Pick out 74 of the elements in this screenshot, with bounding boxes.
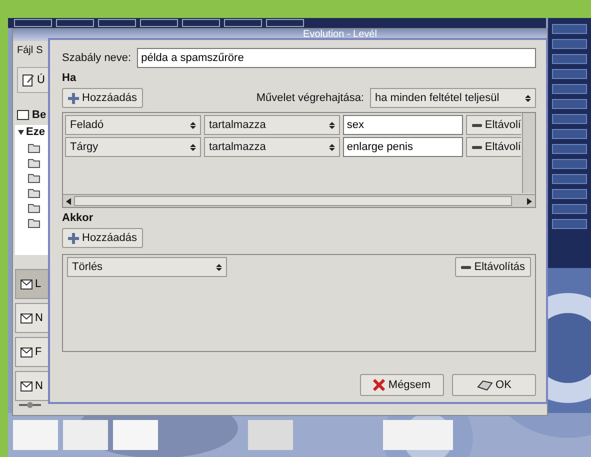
taskbar-button[interactable] [266, 19, 304, 27]
minus-icon [472, 124, 482, 126]
app-icon [20, 312, 33, 324]
mode-dropdown[interactable]: ha minden feltétel teljesül [370, 88, 536, 108]
operator-dropdown[interactable]: tartalmazza [204, 115, 340, 135]
value-field[interactable]: sex [342, 115, 463, 135]
field-dropdown[interactable]: Feladó [65, 115, 201, 135]
meter-bar [552, 159, 587, 169]
sidebar-button[interactable]: N [15, 303, 49, 333]
rule-name-field[interactable]: példa a spamszűröre [137, 48, 536, 68]
scroll-thumb[interactable] [74, 196, 512, 206]
new-button[interactable]: Ú [17, 67, 50, 93]
spin-icon [328, 122, 335, 128]
menu-item[interactable]: S [36, 45, 43, 56]
remove-button[interactable]: Eltávolítás [455, 257, 531, 277]
sidebar-button[interactable]: N [15, 371, 49, 401]
taskbar-button[interactable] [56, 19, 94, 27]
meter-bar [552, 24, 587, 34]
spin-icon [525, 94, 531, 102]
meter-bar [552, 39, 587, 49]
taskbar-button[interactable] [98, 19, 136, 27]
sidebar-button[interactable]: F [15, 337, 49, 367]
expander-icon[interactable] [18, 130, 24, 134]
taskbar-button[interactable] [224, 19, 262, 27]
meter-bar [552, 69, 587, 79]
meter-bar [552, 174, 587, 184]
scroll-left-icon[interactable] [66, 198, 71, 204]
header-text: Be [32, 109, 46, 121]
add-button[interactable]: Hozzáadás [62, 228, 144, 248]
tree-item[interactable]: Eze [26, 126, 45, 138]
meter-bar [552, 204, 587, 214]
menu-item[interactable]: Fájl [17, 45, 34, 56]
ok-button[interactable]: OK [452, 374, 536, 396]
taskbar-button[interactable] [182, 19, 220, 27]
edit-icon [22, 73, 35, 87]
meter-bar [552, 99, 587, 109]
meter-bar [552, 189, 587, 199]
meter-bar [552, 54, 587, 64]
field-label: Művelet végrehajtása: [256, 92, 364, 104]
taskbar-button[interactable] [140, 19, 178, 27]
app-icon [20, 346, 33, 358]
spin-icon [328, 144, 335, 150]
vertical-scrollbar[interactable] [522, 113, 535, 193]
field-label: Szabály neve: [62, 52, 132, 64]
minus-icon [461, 266, 472, 268]
add-button[interactable]: Hozzáadás [62, 88, 144, 108]
operator-dropdown[interactable]: tartalmazza [204, 137, 340, 157]
taskbar-button[interactable] [14, 19, 52, 27]
field-dropdown[interactable]: Tárgy [65, 137, 201, 157]
cross-icon [373, 379, 386, 391]
minus-icon [472, 146, 482, 148]
section-heading: Akkor [62, 212, 94, 224]
app-icon [20, 278, 33, 290]
meter-bar [552, 114, 587, 124]
plus-icon [68, 92, 79, 104]
sidebar-button[interactable]: L [15, 269, 49, 299]
remove-button[interactable]: Eltávolí [466, 137, 521, 157]
section-heading: Ha [62, 72, 78, 84]
grip-icon [19, 401, 41, 409]
action-dropdown[interactable]: Törlés [67, 257, 227, 277]
spin-icon [190, 122, 196, 128]
value-field[interactable]: enlarge penis [342, 137, 463, 157]
remove-button[interactable]: Eltávolí [466, 115, 521, 135]
app-icon [20, 380, 33, 392]
plus-icon [68, 232, 79, 244]
spin-icon [216, 264, 222, 270]
cancel-button[interactable]: Mégsem [360, 374, 444, 396]
meter-bar [552, 84, 587, 94]
meter-bar [552, 144, 587, 154]
meter-bar [552, 129, 587, 139]
meter-bar [552, 219, 587, 229]
horizontal-scrollbar[interactable] [63, 194, 535, 207]
spin-icon [190, 144, 196, 150]
scroll-right-icon[interactable] [527, 198, 532, 204]
